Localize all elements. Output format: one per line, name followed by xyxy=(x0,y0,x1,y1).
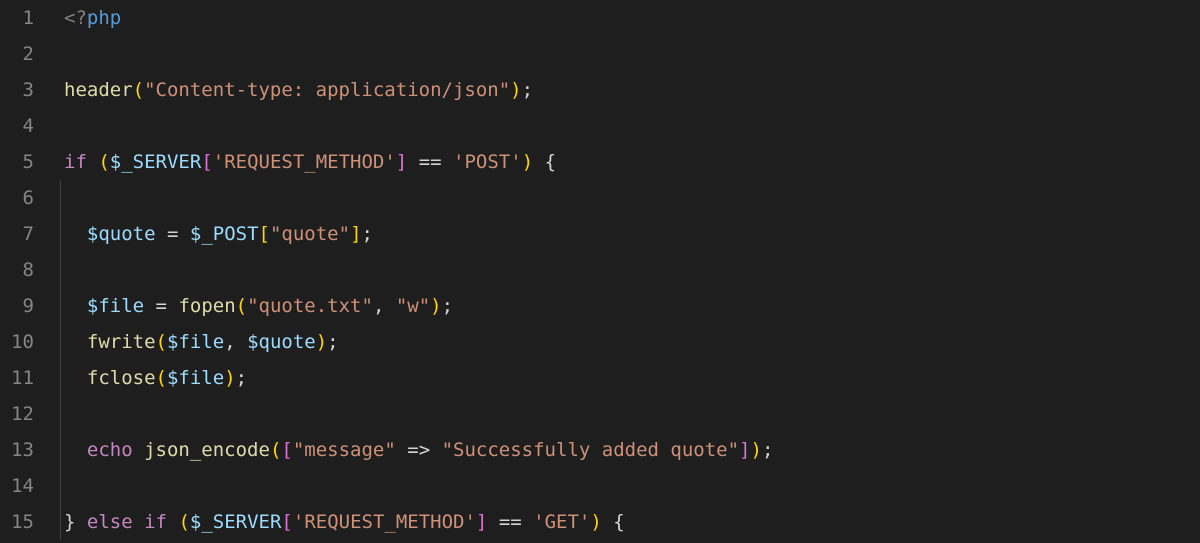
line-number: 6 xyxy=(10,180,34,216)
code-line: $file = fopen("quote.txt", "w"); xyxy=(64,288,1200,324)
code-line xyxy=(64,108,1200,144)
line-number: 12 xyxy=(10,396,34,432)
code-line: fwrite($file, $quote); xyxy=(64,324,1200,360)
code-line xyxy=(64,396,1200,432)
code-content[interactable]: <?php header("Content-type: application/… xyxy=(52,0,1200,543)
line-number: 11 xyxy=(10,360,34,396)
code-line: <?php xyxy=(64,0,1200,36)
code-line: $quote = $_POST["quote"]; xyxy=(64,216,1200,252)
code-line xyxy=(64,180,1200,216)
line-number: 7 xyxy=(10,216,34,252)
line-number: 3 xyxy=(10,72,34,108)
code-line xyxy=(64,252,1200,288)
line-number: 2 xyxy=(10,36,34,72)
line-number: 10 xyxy=(10,324,34,360)
line-number: 5 xyxy=(10,144,34,180)
indent-guide xyxy=(60,180,61,540)
code-line: } else if ($_SERVER['REQUEST_METHOD'] ==… xyxy=(64,504,1200,540)
code-line: if ($_SERVER['REQUEST_METHOD'] == 'POST'… xyxy=(64,144,1200,180)
line-number: 4 xyxy=(10,108,34,144)
code-line xyxy=(64,468,1200,504)
line-number: 13 xyxy=(10,432,34,468)
line-number: 1 xyxy=(10,0,34,36)
line-number: 8 xyxy=(10,252,34,288)
line-number: 14 xyxy=(10,468,34,504)
code-line xyxy=(64,36,1200,72)
code-editor: 1 2 3 4 5 6 7 8 9 10 11 12 13 14 15 <?ph… xyxy=(0,0,1200,543)
line-number: 9 xyxy=(10,288,34,324)
line-number: 15 xyxy=(10,504,34,540)
code-line: fclose($file); xyxy=(64,360,1200,396)
code-line: echo json_encode(["message" => "Successf… xyxy=(64,432,1200,468)
code-line: header("Content-type: application/json")… xyxy=(64,72,1200,108)
line-number-gutter: 1 2 3 4 5 6 7 8 9 10 11 12 13 14 15 xyxy=(0,0,52,543)
